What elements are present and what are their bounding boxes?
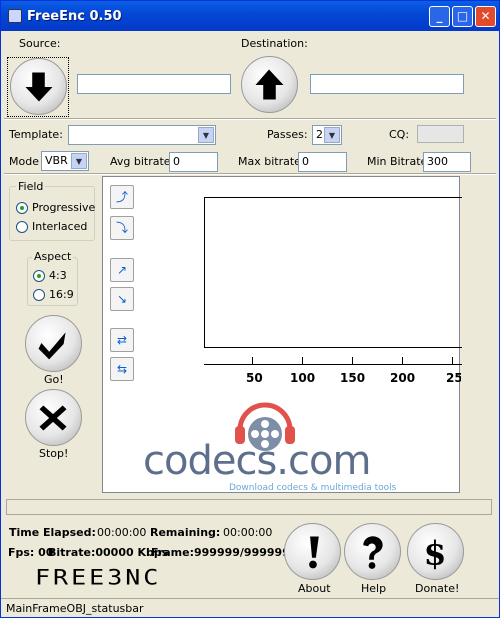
timeline-tick [302,357,303,365]
max-bitrate-label: Max bitrate: [238,155,305,168]
max-bitrate-input[interactable]: 0 [298,152,347,172]
graph-tool-curve-up-icon[interactable]: ↗ [110,258,134,282]
graph-panel: ⤴ ⤵ ↗ ↘ ⇄ ⇆ 50 100 150 200 25 codecs.com… [102,176,462,493]
timeline-tick-label: 25 [446,371,461,385]
cq-input[interactable] [417,125,464,143]
source-label: Source: [19,37,61,50]
close-button[interactable]: ✕ [475,6,496,27]
app-icon [8,9,22,23]
aspect-4-3-label[interactable]: 4:3 [49,269,67,282]
stop-button[interactable] [25,389,82,446]
timeline-tick-label: 150 [340,371,366,385]
maximize-button[interactable]: □ [452,6,473,27]
cq-label: CQ: [389,128,410,141]
avg-bitrate-input[interactable]: 0 [169,152,218,172]
x-icon [39,405,67,431]
time-elapsed-label: Time Elapsed: [9,526,96,539]
dollar-icon: $ [424,534,447,573]
graph-area[interactable] [204,197,462,348]
interlaced-radio[interactable] [16,221,28,233]
codecs-banner[interactable]: codecs.com Download codecs & multimedia … [143,392,443,493]
about-label: About [298,582,331,595]
go-button[interactable] [25,315,82,372]
graph-tool-contract-icon[interactable]: ⇆ [110,357,134,381]
codecs-tagline: Download codecs & multimedia tools [229,483,397,493]
aspect-4-3-radio[interactable] [33,270,45,282]
interlaced-label[interactable]: Interlaced [32,220,87,233]
chevron-down-icon: ▼ [198,127,214,143]
freeenc-logo: FREE3NC [35,565,162,590]
help-label: Help [361,582,387,595]
checkmark-icon [38,332,66,360]
template-select[interactable]: ▼ [68,125,216,145]
separator [4,118,496,120]
progress-bar [6,499,492,515]
passes-value: 2 [316,128,323,141]
progressive-label[interactable]: Progressive [32,201,95,214]
title-bar[interactable]: FreeEnc 0.50 _ □ ✕ [1,1,499,31]
chevron-down-icon: ▼ [71,153,87,169]
aspect-16-9-radio[interactable] [33,289,45,301]
donate-button[interactable]: $ [407,523,464,580]
main-window: FreeEnc 0.50 _ □ ✕ Source: Destination: … [0,0,500,618]
template-label: Template: [9,128,63,141]
frame-value: Frame:999999/999999 [151,546,290,559]
aspect-16-9-label[interactable]: 16:9 [49,288,74,301]
timeline-tick [402,357,403,365]
destination-browse-button[interactable] [241,56,298,113]
down-arrow-icon [25,72,53,102]
timeline-tick [252,357,253,365]
timeline-tick-label: 200 [390,371,416,385]
mode-select[interactable]: VBR ▼ [41,151,89,171]
about-button[interactable] [284,523,341,580]
stop-label: Stop! [39,447,69,460]
up-arrow-icon [255,69,284,100]
time-elapsed-value: 00:00:00 [97,526,147,539]
timeline-tick [352,357,353,365]
codecs-brand-text: codecs.com [143,438,371,484]
remaining-label: Remaining: [150,526,221,539]
mode-label: Mode [9,155,39,168]
source-browse-button[interactable] [10,58,67,115]
go-label: Go! [44,373,64,386]
timeline-axis [204,364,462,365]
help-button[interactable] [344,523,401,580]
timeline-tick-label: 100 [290,371,316,385]
avg-bitrate-label: Avg bitrate: [110,155,175,168]
destination-input[interactable] [310,74,464,94]
graph-tool-zoom-in-icon[interactable]: ⤴ [110,185,134,209]
fps-value: Fps: 00 [8,546,54,559]
exclamation-icon [309,536,319,569]
svg-text:$: $ [424,534,447,573]
destination-label: Destination: [241,37,308,50]
separator [4,173,496,175]
source-input[interactable] [77,74,231,94]
status-bar-text: MainFrameOBJ_statusbar [6,602,144,615]
mode-value: VBR [45,154,68,167]
graph-tool-expand-icon[interactable]: ⇄ [110,328,134,352]
donate-label: Donate! [415,582,460,595]
graph-tool-curve-down-icon[interactable]: ↘ [110,287,134,311]
min-bitrate-input[interactable]: 300 [423,152,471,172]
timeline-tick [452,357,453,365]
window-title: FreeEnc 0.50 [27,9,122,24]
graph-tool-zoom-out-icon[interactable]: ⤵ [110,216,134,240]
progressive-radio[interactable] [16,202,28,214]
question-icon [363,536,383,569]
passes-label: Passes: [267,128,308,141]
remaining-value: 00:00:00 [223,526,273,539]
chevron-down-icon: ▼ [324,127,340,143]
aspect-group-label: Aspect [32,250,74,263]
minimize-button[interactable]: _ [429,6,450,27]
status-bar: MainFrameOBJ_statusbar [1,598,499,617]
field-group-label: Field [16,180,46,193]
passes-select[interactable]: 2 ▼ [312,125,342,145]
min-bitrate-label: Min Bitrate: [367,155,431,168]
timeline-tick-label: 50 [246,371,263,385]
